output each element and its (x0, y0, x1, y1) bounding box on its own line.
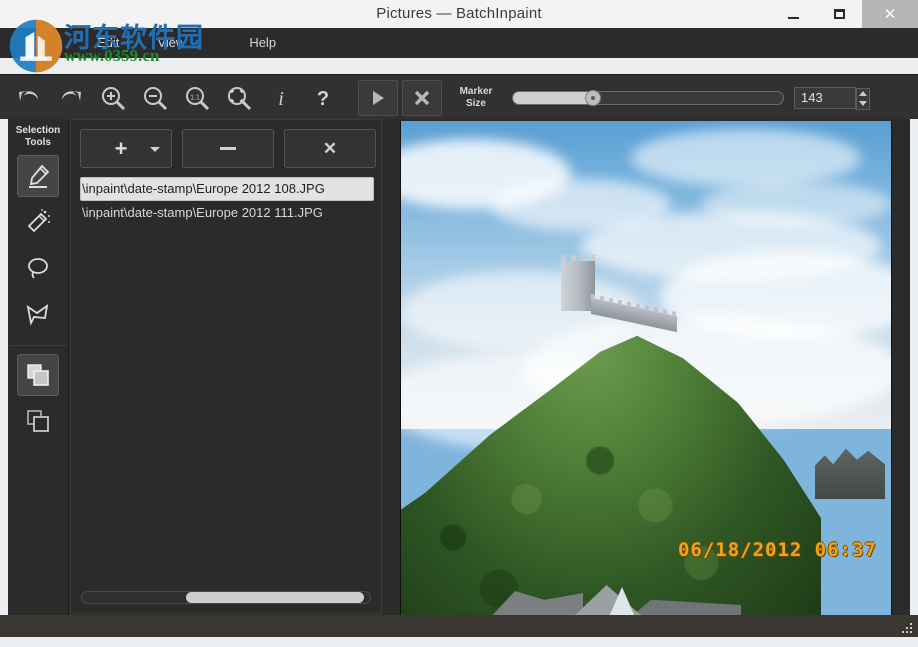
lasso-icon (25, 255, 51, 281)
zoom-out-button[interactable] (134, 78, 176, 118)
file-list-item[interactable]: \inpaint\date-stamp\Europe 2012 111.JPG (80, 201, 374, 225)
info-button[interactable]: i (260, 78, 302, 118)
menu-item-view[interactable]: View (143, 28, 199, 58)
sidebar-tool-lasso[interactable] (17, 247, 59, 289)
application-window: Pictures — BatchInpaint ✕ File Edit View… (0, 0, 918, 647)
menu-bar: File Edit View Help (0, 28, 918, 58)
svg-text:1:1: 1:1 (190, 94, 200, 101)
info-icon: i (271, 86, 291, 110)
window-bottom-edge (0, 637, 918, 647)
file-list-panel: + ✕ \inpaint\date-stamp\Europe 2012 108.… (70, 119, 382, 614)
polygon-lasso-icon (25, 301, 51, 327)
window-left-edge (0, 119, 8, 615)
selection-tools-sidebar: Selection Tools (8, 119, 69, 616)
ruin-structure (815, 443, 885, 499)
run-button[interactable] (358, 80, 398, 116)
chevron-down-icon[interactable] (150, 147, 160, 152)
remove-file-button[interactable] (182, 129, 274, 168)
marker-size-input[interactable]: 143 (794, 87, 856, 109)
stepper-up-icon[interactable] (859, 91, 867, 96)
close-icon: ✕ (323, 139, 337, 159)
zoom-fit-button[interactable] (218, 78, 260, 118)
marker-icon (25, 163, 51, 189)
zoom-fit-icon (226, 85, 252, 111)
stepper-down-icon[interactable] (859, 101, 867, 106)
selection-tools-title-line1: Selection (8, 125, 68, 137)
help-icon: ? (312, 86, 334, 110)
menu-items: File Edit View Help (0, 28, 290, 58)
clear-list-button[interactable]: ✕ (284, 129, 376, 168)
minus-icon (220, 147, 236, 150)
status-bar (0, 615, 918, 637)
redo-icon (58, 86, 84, 110)
file-list-item[interactable]: \inpaint\date-stamp\Europe 2012 108.JPG (80, 177, 374, 201)
maximize-icon (834, 9, 845, 19)
maximize-button[interactable] (816, 0, 862, 28)
help-button[interactable]: ? (302, 78, 344, 118)
add-files-label: + (115, 138, 128, 160)
window-right-edge (910, 119, 918, 615)
sidebar-tool-marker[interactable] (17, 155, 59, 197)
apply-single-layer-icon (25, 408, 51, 434)
sidebar-divider (9, 345, 67, 346)
main-body: Selection Tools (0, 119, 918, 628)
apply-all-layers-icon (25, 362, 51, 388)
zoom-in-button[interactable] (92, 78, 134, 118)
castle-tower (561, 261, 595, 311)
marker-size-stepper[interactable] (856, 88, 870, 110)
toolbar-buttons: 1:1 i ? (8, 75, 442, 120)
zoom-actual-size-button[interactable]: 1:1 (176, 78, 218, 118)
undo-icon (16, 86, 42, 110)
roof-shape (631, 597, 741, 617)
roof-shape (491, 591, 583, 617)
marker-size-value: 143 (795, 90, 823, 105)
cancel-icon (413, 89, 431, 107)
resize-grip[interactable] (900, 621, 912, 633)
marker-size-group: Marker Size 143 (450, 75, 856, 120)
zoom-in-icon (100, 85, 126, 111)
menu-item-help[interactable]: Help (235, 28, 290, 58)
cancel-button[interactable] (402, 80, 442, 116)
menu-item-file[interactable]: File (12, 28, 61, 58)
run-icon (369, 89, 387, 107)
window-controls: ✕ (770, 0, 918, 28)
menu-item-edit[interactable]: Edit (83, 28, 133, 58)
preview-image[interactable]: 06/18/2012 06:37 (400, 121, 892, 617)
minimize-button[interactable] (770, 0, 816, 28)
undo-button[interactable] (8, 78, 50, 118)
sidebar-tool-apply-single[interactable] (17, 400, 59, 442)
sidebar-tool-magic-wand[interactable] (17, 201, 59, 243)
sidebar-tool-polygon-lasso[interactable] (17, 293, 59, 335)
sidebar-tool-apply-all[interactable] (17, 354, 59, 396)
add-files-button[interactable]: + (80, 129, 172, 168)
marker-size-slider-fill (513, 92, 593, 104)
marker-size-label-line2: Size (450, 98, 502, 110)
toolbar: 1:1 i ? (0, 74, 918, 121)
close-button[interactable]: ✕ (862, 0, 918, 28)
file-list-buttons: + ✕ (80, 129, 376, 168)
selection-tools-title: Selection Tools (8, 119, 68, 149)
image-canvas-area[interactable]: 06/18/2012 06:37 (392, 119, 910, 616)
minimize-icon (788, 17, 799, 19)
marker-size-label-line1: Marker (450, 86, 502, 98)
marker-size-slider[interactable] (512, 91, 784, 105)
zoom-actual-icon: 1:1 (184, 85, 210, 111)
scrollbar-thumb[interactable] (186, 592, 364, 603)
selection-tool-list (8, 155, 68, 446)
marker-size-label: Marker Size (450, 86, 502, 110)
svg-text:?: ? (317, 88, 329, 110)
file-list-horizontal-scrollbar[interactable] (81, 591, 371, 604)
zoom-out-icon (142, 85, 168, 111)
title-bar: Pictures — BatchInpaint ✕ (0, 0, 918, 29)
selection-tools-title-line2: Tools (8, 137, 68, 149)
cloud-shape (631, 129, 861, 187)
svg-text:i: i (278, 88, 284, 110)
redo-button[interactable] (50, 78, 92, 118)
date-stamp-overlay: 06/18/2012 06:37 (678, 539, 877, 561)
marker-size-slider-thumb[interactable] (585, 90, 601, 106)
village-roofs (491, 583, 751, 617)
file-list[interactable]: \inpaint\date-stamp\Europe 2012 108.JPG … (80, 177, 374, 577)
magic-wand-icon (25, 209, 51, 235)
